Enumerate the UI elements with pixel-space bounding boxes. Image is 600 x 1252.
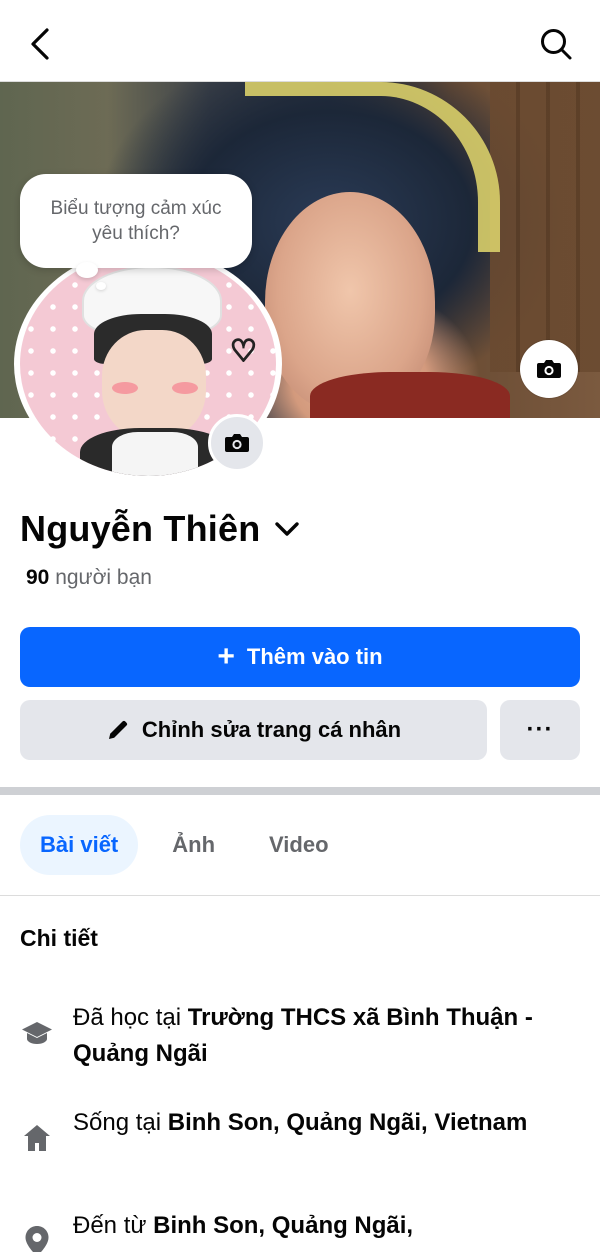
camera-icon <box>225 434 249 452</box>
emoji-prompt-text: Biểu tượng cảm xúc yêu thích? <box>50 198 222 244</box>
tab-photos[interactable]: Ảnh <box>172 815 215 875</box>
chevron-down-icon[interactable] <box>274 521 300 537</box>
back-button[interactable] <box>22 24 58 64</box>
search-icon <box>541 29 572 60</box>
heart-icon: ♡ <box>229 334 258 369</box>
camera-icon <box>537 360 561 378</box>
plus-icon: + <box>217 640 235 673</box>
add-to-story-button[interactable]: + Thêm vào tin <box>20 627 580 687</box>
detail-lives-in-value: Binh Son, Quảng Ngãi, Vietnam <box>167 1109 528 1136</box>
friends-count-label: người bạn <box>55 566 152 589</box>
edit-profile-label: Chỉnh sửa trang cá nhân <box>141 717 402 742</box>
profile-tabs: Bài viết Ảnh Video <box>20 815 329 875</box>
tab-posts[interactable]: Bài viết <box>20 815 139 875</box>
emoji-prompt-bubble[interactable]: Biểu tượng cảm xúc yêu thích? <box>20 174 252 268</box>
friends-count[interactable]: 90 người bạn <box>26 566 152 590</box>
bubble-tail-dot <box>76 262 98 278</box>
edit-cover-photo-button[interactable] <box>520 340 578 398</box>
detail-from-text: Đến từ Binh Son, Quảng Ngãi, <box>73 1208 413 1252</box>
detail-from[interactable]: Đến từ Binh Son, Quảng Ngãi, <box>20 1208 580 1252</box>
chevron-left-icon <box>31 28 49 60</box>
detail-lives-in-text: Sống tại Binh Son, Quảng Ngãi, Vietnam <box>73 1105 527 1155</box>
detail-education[interactable]: Đã học tại Trường THCS xã Bình Thuận - Q… <box>20 1000 580 1072</box>
section-divider <box>0 787 600 795</box>
details-title: Chi tiết <box>20 925 98 951</box>
more-dots-icon: ··· <box>526 716 554 743</box>
cover-photo-background <box>490 82 600 372</box>
pencil-icon <box>106 718 130 742</box>
tabs-divider <box>0 895 600 896</box>
more-options-button[interactable]: ··· <box>500 700 580 760</box>
avatar-blush-right <box>172 382 198 394</box>
education-cap-icon <box>20 1016 54 1050</box>
search-button[interactable] <box>536 24 576 64</box>
detail-from-value: Binh Son, Quảng Ngãi, <box>153 1212 414 1239</box>
add-to-story-label: Thêm vào tin <box>246 644 383 669</box>
avatar-apron <box>112 432 198 476</box>
detail-lives-in-prefix: Sống tại <box>73 1109 168 1136</box>
detail-education-text: Đã học tại Trường THCS xã Bình Thuận - Q… <box>73 1000 580 1072</box>
top-bar <box>0 0 600 82</box>
profile-name: Nguyễn Thiên <box>20 508 261 549</box>
edit-avatar-button[interactable] <box>208 414 266 472</box>
profile-name-row[interactable]: Nguyễn Thiên <box>20 508 300 550</box>
friends-count-number: 90 <box>26 566 50 589</box>
home-icon <box>20 1121 54 1155</box>
tab-videos[interactable]: Video <box>269 815 329 875</box>
location-pin-icon <box>20 1224 54 1252</box>
cover-photo-uniform <box>310 372 510 418</box>
avatar-blush-left <box>112 382 138 394</box>
edit-profile-button[interactable]: Chỉnh sửa trang cá nhân <box>20 700 487 760</box>
detail-education-prefix: Đã học tại <box>73 1004 188 1031</box>
detail-lives-in[interactable]: Sống tại Binh Son, Quảng Ngãi, Vietnam <box>20 1105 580 1155</box>
bubble-tail-dot <box>96 282 106 290</box>
detail-from-prefix: Đến từ <box>73 1212 154 1239</box>
